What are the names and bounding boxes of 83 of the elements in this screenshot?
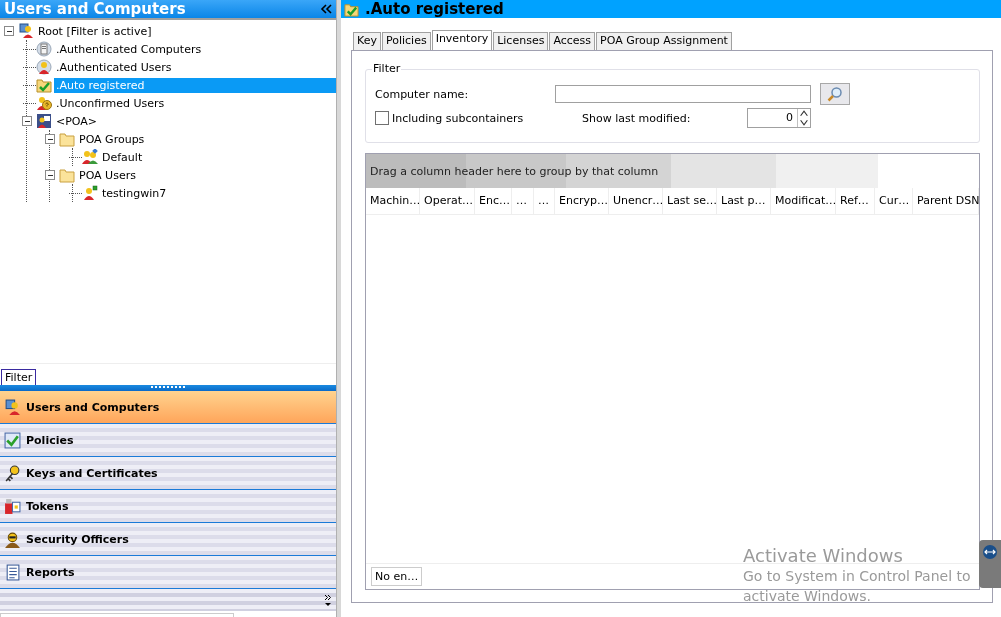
nav-label: Reports <box>26 565 75 579</box>
nav-item[interactable]: Tokens <box>0 490 336 524</box>
user-icon <box>82 185 98 201</box>
tree-item[interactable]: Default <box>100 149 336 165</box>
number-spinner[interactable]: 0 <box>747 108 811 128</box>
splitter-handle[interactable] <box>0 385 336 392</box>
nav-label: Security Officers <box>26 532 129 546</box>
tab[interactable]: Policies <box>381 32 431 50</box>
checkbox-label: Including subcontainers <box>392 111 524 125</box>
computer-name-field[interactable] <box>555 85 811 103</box>
more-options-icon[interactable] <box>324 594 332 607</box>
computer-icon <box>36 41 52 57</box>
folder-check-icon <box>36 77 52 93</box>
expander-icon[interactable] <box>22 116 32 126</box>
tree-item[interactable]: <POA> <box>54 113 336 129</box>
footer-cell: No en… <box>371 567 423 586</box>
group-hint: Drag a column header here to group by that column <box>370 164 659 178</box>
column-header[interactable]: Ref… <box>836 188 875 214</box>
tree-item[interactable]: Root [Filter is active] <box>36 23 336 39</box>
user-icon <box>36 59 52 75</box>
tab[interactable]: Inventory <box>431 30 493 50</box>
column-header[interactable]: … <box>512 188 534 214</box>
tree-item[interactable]: .Unconfirmed Users <box>54 95 336 111</box>
tab[interactable]: Key <box>353 32 381 50</box>
group-legend: Filter <box>372 62 402 75</box>
tree-item[interactable]: testingwin7 <box>100 185 336 201</box>
nav-label: Policies <box>26 433 74 447</box>
nav-label: Tokens <box>26 499 69 513</box>
folder-check-icon <box>344 1 359 17</box>
column-header[interactable]: Cur… <box>875 188 913 214</box>
users-icon <box>82 149 98 165</box>
nav-label: Keys and Certificates <box>26 466 158 480</box>
search-icon <box>827 86 843 102</box>
nav-item[interactable]: Keys and Certificates <box>0 457 336 491</box>
checkmark-icon <box>4 431 21 449</box>
collapse-icon[interactable] <box>320 4 332 14</box>
report-icon <box>4 563 21 581</box>
column-header[interactable]: Modificat… <box>771 188 836 214</box>
folder-icon <box>59 167 75 183</box>
column-header[interactable]: Last se… <box>663 188 717 214</box>
column-header[interactable]: Operat… <box>420 188 475 214</box>
tab[interactable]: Licenses <box>493 32 549 50</box>
tree-item[interactable]: .Authenticated Users <box>54 59 336 75</box>
side-tab[interactable] <box>979 540 1001 588</box>
expander-icon[interactable] <box>45 170 55 180</box>
officer-icon <box>4 530 21 548</box>
tab[interactable]: Access <box>549 32 596 50</box>
nav-item[interactable]: Policies <box>0 424 336 458</box>
pane-title: Users and Computers <box>4 0 186 18</box>
key-icon <box>4 464 21 482</box>
nav-item[interactable]: Users and Computers <box>0 391 336 425</box>
tree-item[interactable]: .Authenticated Computers <box>54 41 336 57</box>
field-label: Computer name: <box>375 87 470 101</box>
column-header[interactable]: … <box>534 188 555 214</box>
checkbox[interactable] <box>375 111 389 125</box>
column-header[interactable]: Machin… <box>366 188 420 214</box>
user-card-icon <box>36 113 52 129</box>
column-header[interactable]: Unencr… <box>609 188 663 214</box>
search-button[interactable] <box>820 83 850 105</box>
notice-title: Activate Windows <box>743 545 904 566</box>
expander-icon[interactable] <box>4 26 14 36</box>
nav-label: Users and Computers <box>26 400 160 414</box>
field-label: Show last modified: <box>582 111 692 125</box>
folder-icon <box>59 131 75 147</box>
expander-icon[interactable] <box>45 134 55 144</box>
column-header[interactable]: Parent DSN <box>913 188 979 214</box>
nav-item[interactable]: Reports <box>0 556 336 590</box>
tree-item[interactable]: POA Users <box>77 167 336 183</box>
users-computer-icon <box>4 398 21 416</box>
users-computer-icon <box>18 23 34 39</box>
notice-text: activate Windows. <box>743 587 873 606</box>
column-header[interactable]: Enc… <box>475 188 512 214</box>
user-question-icon <box>36 95 52 111</box>
usb-token-icon <box>4 497 21 515</box>
tree-item[interactable]: POA Groups <box>77 131 336 147</box>
content-title: .Auto registered <box>365 0 504 18</box>
column-header[interactable]: Last p… <box>717 188 771 214</box>
notice-text: Go to System in Control Panel to <box>743 567 971 586</box>
tab[interactable]: POA Group Assignment <box>596 32 732 50</box>
arrows-icon <box>982 544 998 560</box>
column-header[interactable]: Encryp… <box>555 188 609 214</box>
nav-item[interactable]: Security Officers <box>0 523 336 557</box>
filter-tab[interactable]: Filter <box>1 369 37 386</box>
